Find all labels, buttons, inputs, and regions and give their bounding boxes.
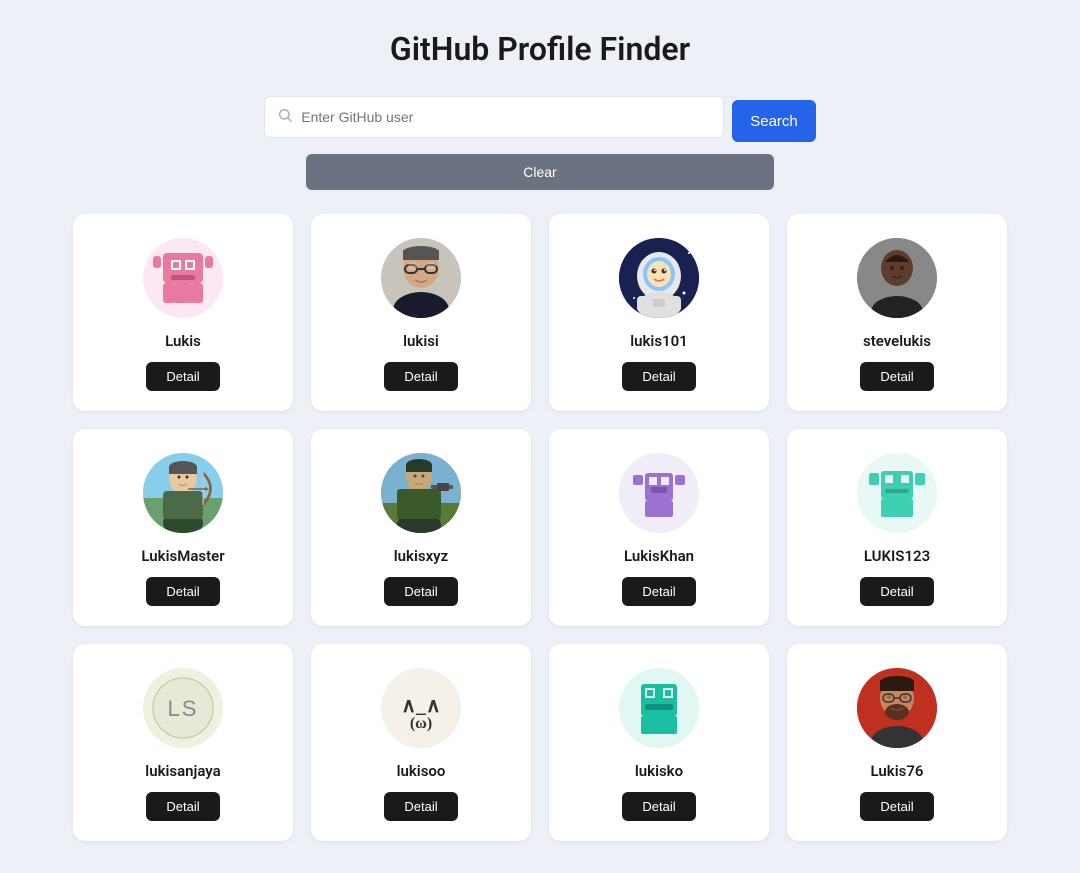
profile-card: LukisKhan Detail — [549, 429, 769, 626]
profile-card: LukisMaster Detail — [73, 429, 293, 626]
avatar: LS — [143, 668, 223, 748]
page-title: GitHub Profile Finder — [390, 30, 690, 68]
avatar — [381, 238, 461, 318]
detail-button[interactable]: Detail — [860, 577, 933, 606]
svg-text:LS: LS — [168, 696, 199, 721]
profile-card: ∧_∧ (ω) lukisoo Detail — [311, 644, 531, 841]
avatar: ∧_∧ (ω) — [381, 668, 461, 748]
search-button[interactable]: Search — [732, 100, 816, 142]
avatar — [143, 238, 223, 318]
username: lukisxyz — [394, 547, 448, 565]
avatar — [619, 453, 699, 533]
username: lukis101 — [630, 332, 688, 350]
username: lukisanjaya — [145, 762, 220, 780]
username: lukisko — [635, 762, 683, 780]
username: lukisi — [403, 332, 439, 350]
avatar — [619, 668, 699, 748]
profile-card: lukisko Detail — [549, 644, 769, 841]
avatar — [381, 453, 461, 533]
profile-card: LS lukisanjaya Detail — [73, 644, 293, 841]
profile-card: LUKIS123 Detail — [787, 429, 1007, 626]
search-bar — [264, 96, 724, 138]
username: Lukis — [165, 332, 201, 350]
avatar — [857, 668, 937, 748]
profiles-grid: Lukis Detail lukisi Detail — [40, 214, 1040, 873]
avatar — [143, 453, 223, 533]
username: LukisMaster — [141, 547, 224, 565]
detail-button[interactable]: Detail — [622, 577, 695, 606]
search-icon — [277, 107, 293, 127]
search-section: Search Clear — [0, 96, 1080, 190]
username: LUKIS123 — [864, 547, 930, 565]
detail-button[interactable]: Detail — [384, 792, 457, 821]
detail-button[interactable]: Detail — [146, 362, 219, 391]
profile-card: Lukis Detail — [73, 214, 293, 411]
detail-button[interactable]: Detail — [622, 362, 695, 391]
detail-button[interactable]: Detail — [860, 362, 933, 391]
detail-button[interactable]: Detail — [860, 792, 933, 821]
profile-card: lukis101 Detail — [549, 214, 769, 411]
detail-button[interactable]: Detail — [384, 577, 457, 606]
search-input[interactable] — [301, 109, 711, 125]
profile-card: stevelukis Detail — [787, 214, 1007, 411]
profile-card: Lukis76 Detail — [787, 644, 1007, 841]
detail-button[interactable]: Detail — [622, 792, 695, 821]
detail-button[interactable]: Detail — [146, 577, 219, 606]
username: lukisoo — [397, 762, 446, 780]
detail-button[interactable]: Detail — [384, 362, 457, 391]
avatar — [857, 453, 937, 533]
svg-text:(ω): (ω) — [410, 715, 432, 732]
profile-card: lukisi Detail — [311, 214, 531, 411]
username: LukisKhan — [624, 547, 694, 565]
svg-text:∧_∧: ∧_∧ — [401, 695, 440, 717]
clear-button[interactable]: Clear — [306, 154, 774, 190]
avatar — [857, 238, 937, 318]
username: stevelukis — [863, 332, 931, 350]
detail-button[interactable]: Detail — [146, 792, 219, 821]
username: Lukis76 — [871, 762, 924, 780]
profile-card: lukisxyz Detail — [311, 429, 531, 626]
avatar — [619, 238, 699, 318]
